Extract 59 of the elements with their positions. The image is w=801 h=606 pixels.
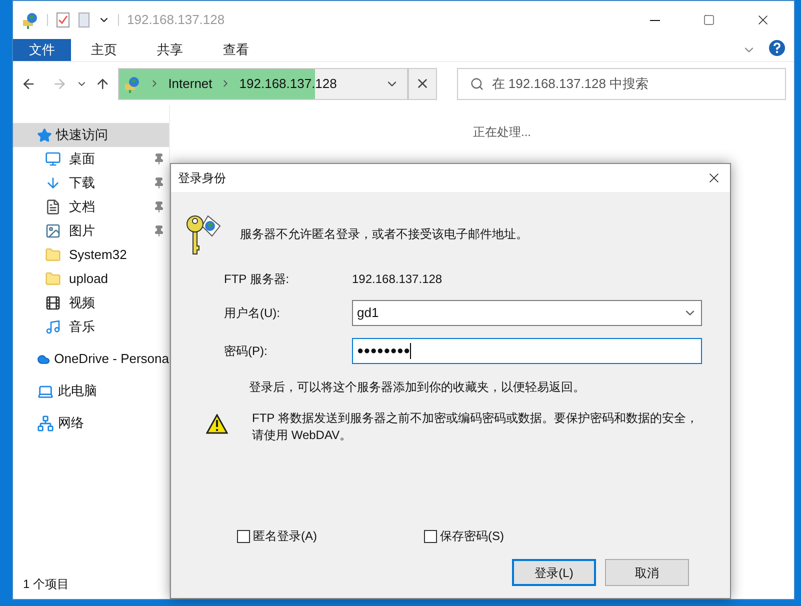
stop-button[interactable] <box>408 68 437 100</box>
monitor-icon <box>45 151 61 167</box>
pin-icon[interactable] <box>153 225 165 237</box>
sidebar-item[interactable]: 此电脑 <box>13 379 169 403</box>
pin-icon[interactable] <box>153 201 165 213</box>
security-warning: FTP 将数据发送到服务器之前不加密或编码密码或数据。要保护密码和数据的安全，请使用 WebDAV。 <box>251 410 699 444</box>
star-icon <box>37 128 52 142</box>
film-icon <box>45 295 61 311</box>
server-address: 192.168.137.128 <box>352 271 444 288</box>
breadcrumb[interactable]: Internet <box>168 74 212 94</box>
sidebar-item[interactable]: System32 <box>13 243 169 267</box>
sidebar-item[interactable]: upload <box>13 267 169 291</box>
music-note-icon <box>45 319 61 335</box>
document-icon <box>45 199 61 215</box>
sidebar-item[interactable]: 图片 <box>13 219 169 243</box>
checkbox[interactable]: 保存密码(S) <box>424 527 504 545</box>
sidebar-item[interactable]: 音乐 <box>13 315 169 339</box>
favorites-note: 登录后，可以将这个服务器添加到你的收藏夹，以便轻易返回。 <box>248 379 586 396</box>
item-count: 1 个项目 <box>22 576 70 593</box>
ribbon-tab[interactable]: 查看 <box>207 39 265 61</box>
dialog-message: 服务器不允许匿名登录，或者不接受该电子邮件地址。 <box>240 226 528 243</box>
ribbon-tab[interactable]: 主页 <box>75 39 133 61</box>
network-globe-icon <box>21 11 39 29</box>
sidebar-item[interactable]: 网络 <box>13 411 169 435</box>
sidebar-item[interactable]: OneDrive - Persona <box>13 347 169 371</box>
network-globe-icon <box>123 74 142 92</box>
username-combo-box[interactable]: gd1 <box>352 300 702 326</box>
sidebar-item[interactable]: 桌面 <box>13 147 169 171</box>
pin-icon[interactable] <box>153 153 165 165</box>
window-title: 192.168.137.128 <box>127 11 225 30</box>
dialog-title: 登录身份 <box>178 170 227 187</box>
checkbox[interactable]: 匿名登录(A) <box>237 527 317 545</box>
breadcrumb[interactable]: 192.168.137.128 <box>239 74 337 94</box>
folder-icon <box>45 271 61 287</box>
field-label: FTP 服务器: <box>224 271 290 288</box>
pin-icon[interactable] <box>153 177 165 189</box>
field-label: 用户名(U): <box>224 305 281 322</box>
search-field[interactable]: 在 192.168.137.128 中搜索 <box>456 68 786 100</box>
sidebar-item[interactable]: 文档 <box>13 195 169 219</box>
image-icon <box>45 223 61 239</box>
checklist-icon[interactable] <box>56 12 70 28</box>
dialog-button[interactable]: 取消 <box>605 559 689 586</box>
status-text: 正在处理... <box>472 124 531 141</box>
ribbon-tab[interactable]: 文件 <box>13 39 71 61</box>
sidebar-item[interactable]: 视频 <box>13 291 169 315</box>
search-icon <box>470 76 484 90</box>
network-icon <box>37 414 54 432</box>
field-label: 密码(P): <box>224 343 268 360</box>
maximize-icon <box>703 14 715 26</box>
ribbon-tab[interactable]: 共享 <box>141 39 199 61</box>
blank-page-icon[interactable] <box>78 12 90 28</box>
password-field[interactable]: ●●●●●●●● <box>352 338 702 364</box>
folder-icon <box>45 247 61 263</box>
sidebar-item[interactable]: 下载 <box>13 171 169 195</box>
warning-icon <box>206 414 228 434</box>
dialog-button[interactable]: 登录(L) <box>512 559 596 586</box>
help-icon[interactable] <box>768 39 786 57</box>
sidebar-item[interactable]: 快速访问 <box>13 123 169 147</box>
address-bar[interactable]: Internet 192.168.137.128 <box>118 68 408 100</box>
